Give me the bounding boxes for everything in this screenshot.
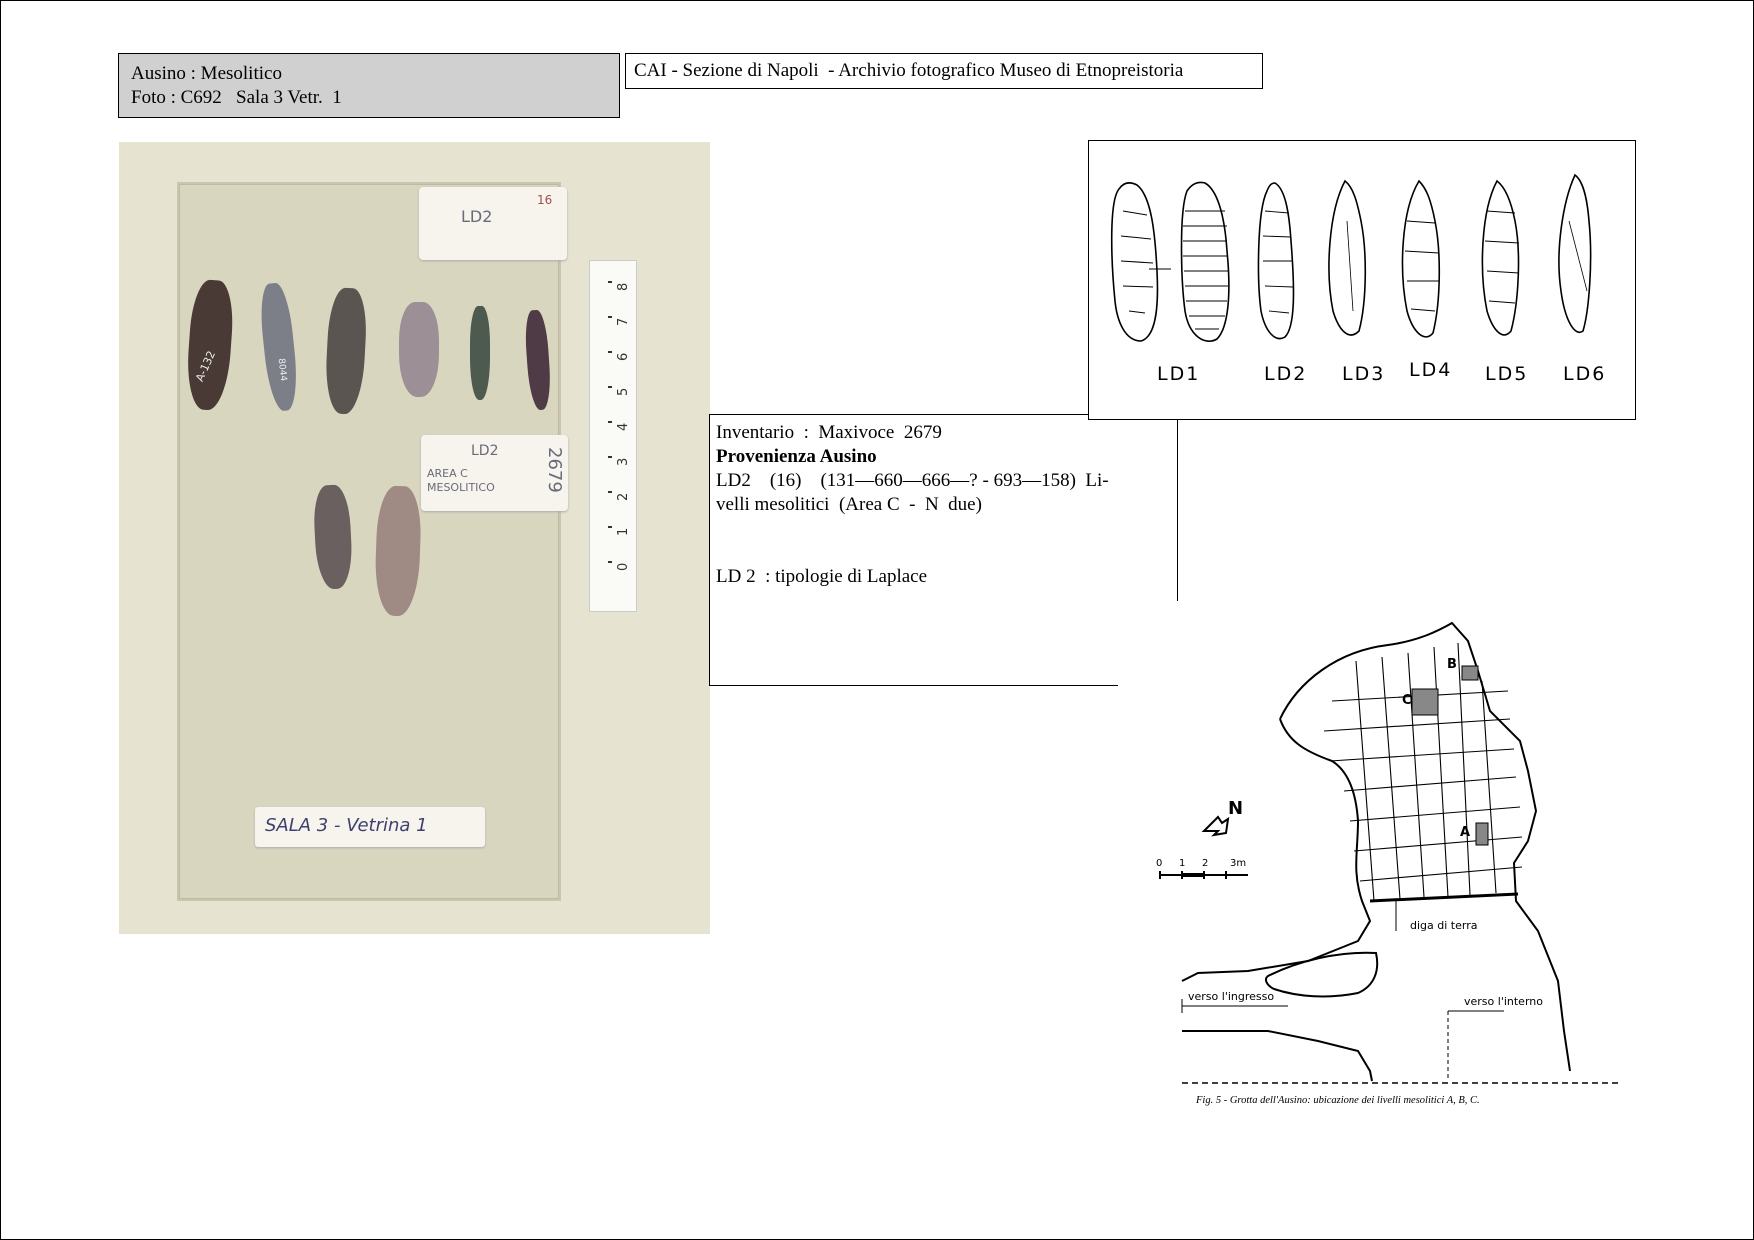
ruler-label: 0 — [616, 562, 631, 571]
archive-box: CAI - Sezione di Napoli - Archivio fotog… — [625, 53, 1263, 89]
info-levels-2: velli mesolitici (Area C - N due) — [716, 494, 982, 515]
map-label-a: A — [1460, 825, 1471, 840]
ruler-tick — [608, 386, 612, 388]
card-sala: SALA 3 - Vetrina 1 — [255, 807, 485, 847]
area-c-hatch — [1411, 688, 1439, 716]
exhibit-photo: LD2 16 A-132 8044 LD2 AREA C MESOLITICO … — [119, 142, 710, 934]
map-label-diga: diga di terra — [1410, 919, 1478, 932]
ruler-tick — [608, 456, 612, 458]
ruler-tick — [608, 316, 612, 318]
ruler-tick — [608, 351, 612, 353]
ruler-tick — [608, 491, 612, 493]
title-line-1: Ausino : Mesolitico — [131, 63, 282, 84]
scale-label-2: 2 — [1202, 858, 1209, 869]
ruler-tick — [608, 526, 612, 528]
card-ld2-number: 16 — [537, 193, 553, 207]
card-ld2: LD2 16 — [419, 187, 567, 260]
card-area-line-3: MESOLITICO — [427, 481, 495, 494]
drawing-label-ld4: LD4 — [1409, 359, 1453, 381]
ruler-tick — [608, 281, 612, 283]
card-area: LD2 AREA C MESOLITICO 2679 — [421, 435, 568, 511]
ruler-label: 6 — [616, 352, 631, 361]
scale-label-0: 0 — [1156, 858, 1163, 869]
map-label-c: C — [1402, 693, 1412, 708]
map-label-ingresso: verso l'ingresso — [1188, 990, 1275, 1003]
diga-line — [1369, 892, 1519, 903]
card-ld2-label: LD2 — [461, 207, 493, 226]
ruler-label: 7 — [616, 317, 631, 326]
typology-drawings: LD1 LD2 LD3 LD4 LD5 LD6 — [1088, 140, 1636, 420]
info-typology: LD 2 : tipologie di Laplace — [716, 566, 928, 587]
archive-text: CAI - Sezione di Napoli - Archivio fotog… — [634, 60, 1184, 81]
info-levels-1: LD2 (16) (131—660—666—? - 693—158) Li- — [716, 470, 1109, 491]
ruler-label: 4 — [616, 422, 631, 431]
card-area-line-2: AREA C — [427, 467, 468, 480]
cave-lower-wall — [1182, 1030, 1373, 1082]
ruler-label: 1 — [616, 527, 631, 536]
ruler-tick — [608, 561, 612, 563]
title-line-2: Foto : C692 Sala 3 Vetr. 1 — [131, 87, 342, 108]
ruler-label: 5 — [616, 387, 631, 396]
map-label-b: B — [1447, 657, 1457, 672]
title-box: Ausino : Mesolitico Foto : C692 Sala 3 V… — [118, 53, 620, 118]
ld6-drawing — [1558, 173, 1592, 334]
ruler: 0 1 2 3 4 5 6 7 8 — [589, 260, 637, 612]
excavation-grid — [1323, 642, 1523, 902]
cave-wall-left — [1181, 718, 1372, 982]
ruler-label: 2 — [616, 492, 631, 501]
cave-rock — [1265, 951, 1379, 998]
flint-4 — [399, 302, 439, 397]
flint-1-label: A-132 — [193, 348, 219, 384]
glass-plate — [177, 182, 561, 901]
ruler-label: 3 — [616, 457, 631, 466]
drawing-label-ld5: LD5 — [1485, 363, 1529, 385]
drawing-label-ld1: LD1 — [1157, 363, 1201, 385]
scale-bar — [1159, 871, 1248, 879]
map-caption: Fig. 5 - Grotta dell'Ausino: ubicazione … — [1196, 1095, 1480, 1106]
drawing-label-ld6: LD6 — [1563, 363, 1607, 385]
flint-2-label: 8044 — [275, 357, 289, 382]
scale-label-1: 1 — [1179, 858, 1186, 869]
info-provenance: Provenienza Ausino — [716, 446, 877, 467]
drawing-label-ld2: LD2 — [1264, 363, 1308, 385]
card-area-label: LD2 — [471, 443, 499, 459]
ld1-drawing-b — [1180, 181, 1230, 342]
ld4-drawing — [1401, 179, 1441, 338]
info-box: Inventario : Maxivoce 2679 Provenienza A… — [709, 414, 1178, 686]
card-area-inventory: 2679 — [544, 447, 565, 493]
cave-map: B C A N 0 1 2 3m diga di terra verso l'i… — [1118, 601, 1630, 1125]
map-label-n: N — [1228, 798, 1244, 819]
card-sala-label: SALA 3 - Vetrina 1 — [265, 815, 428, 836]
scale-label-3m: 3m — [1230, 858, 1247, 869]
ruler-tick — [608, 421, 612, 423]
flint-5 — [470, 306, 490, 400]
drawing-label-ld3: LD3 — [1342, 363, 1386, 385]
ld5-drawing — [1481, 179, 1520, 336]
area-b-hatch — [1461, 665, 1479, 681]
north-arrow-icon — [1201, 815, 1230, 837]
map-label-interno: verso l'interno — [1464, 995, 1543, 1008]
cave-map-svg — [1159, 621, 1620, 1084]
info-inventory: Inventario : Maxivoce 2679 — [716, 422, 942, 443]
ruler-label: 8 — [616, 282, 631, 291]
ld3-drawing — [1328, 179, 1367, 336]
area-a-hatch — [1475, 822, 1489, 846]
